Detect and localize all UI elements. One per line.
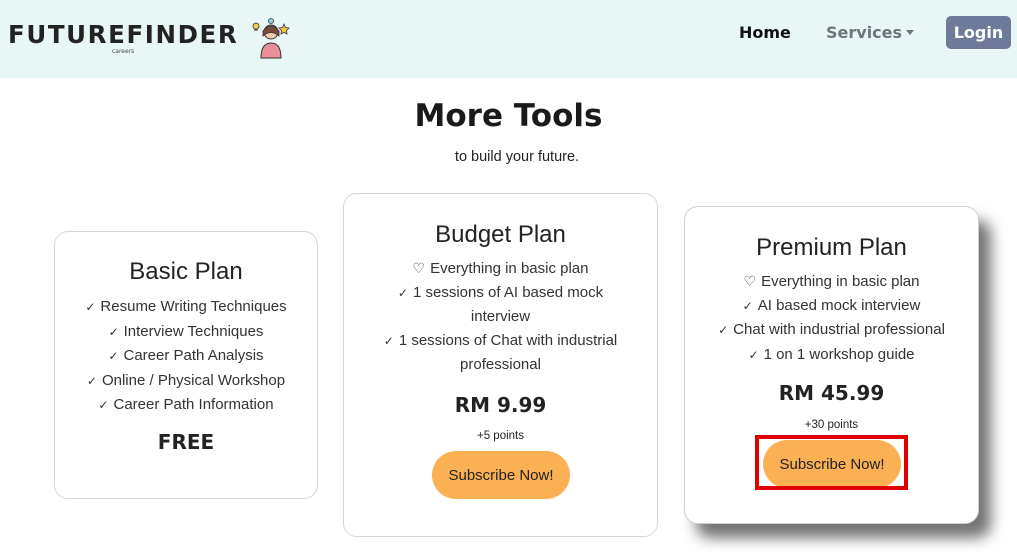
navbar: FUTUREFINDER careers Home Services Login <box>0 0 1017 78</box>
feature-item: ♡ Everything in basic plan <box>412 260 589 277</box>
page-subtitle: to build your future. <box>454 149 580 165</box>
plan-card-basic: Basic Plan ✓ Resume Writing Techniques ✓ I… <box>54 231 318 499</box>
brand-tagline: careers <box>112 48 135 55</box>
subscribe-button-budget[interactable]: Subscribe Now! <box>432 451 570 499</box>
nav-services-label: Services <box>826 23 903 42</box>
feature-item: ✓ Interview Techniques <box>108 322 264 340</box>
heart-icon: ♡ <box>412 260 426 276</box>
feature-item: ♡ Everything in basic plan <box>743 273 920 290</box>
plan-card-budget: Budget Plan ♡ Everything in basic plan ✓ 1… <box>343 193 658 537</box>
brand-name: FUTUREFINDER <box>8 20 239 49</box>
feature-item: ✓ 1 on 1 workshop guide <box>748 345 915 363</box>
page-title: More Tools <box>414 98 603 134</box>
nav-services-dropdown[interactable]: Services <box>826 23 915 42</box>
check-icon: ✓ <box>383 333 394 348</box>
check-icon: ✓ <box>108 349 119 363</box>
check-icon: ✓ <box>98 398 109 412</box>
plan-price: RM 9.99 <box>454 393 547 417</box>
check-icon: ✓ <box>397 285 408 300</box>
heart-icon: ♡ <box>743 273 757 289</box>
feature-item: ✓ Chat with industrial professional <box>718 321 945 338</box>
check-icon: ✓ <box>748 347 759 362</box>
check-icon: ✓ <box>86 373 97 388</box>
plan-points: +5 points <box>477 430 524 442</box>
plan-points: +30 points <box>804 419 859 431</box>
feature-item: interview <box>470 308 531 325</box>
check-icon: ✓ <box>85 300 96 314</box>
highlight-box <box>755 435 908 490</box>
feature-list: ♡ Everything in basic plan ✓ AI based mock… <box>685 270 978 367</box>
check-icon: ✓ <box>742 298 753 313</box>
person-ideas-icon <box>252 18 290 59</box>
feature-list: ♡ Everything in basic plan ✓ 1 sessions of… <box>344 257 657 377</box>
plan-title: Premium Plan <box>756 234 907 261</box>
feature-item: ✓ Career Path Information <box>98 396 274 413</box>
plan-price: RM 45.99 <box>778 381 885 405</box>
feature-list: ✓ Resume Writing Techniques ✓ Interview Te… <box>55 295 317 418</box>
feature-item: ✓ Online / Physical Workshop <box>86 371 286 389</box>
plan-price: FREE <box>157 430 215 454</box>
feature-item: ✓ Career Path Analysis <box>108 347 264 364</box>
check-icon: ✓ <box>108 324 119 339</box>
feature-item: ✓ Resume Writing Techniques <box>85 298 287 315</box>
feature-item: professional <box>460 356 541 373</box>
feature-item: ✓ 1 sessions of AI based mock <box>397 283 604 301</box>
feature-item: ✓ AI based mock interview <box>742 296 921 314</box>
nav-home-link[interactable]: Home <box>739 23 791 42</box>
check-icon: ✓ <box>718 323 729 337</box>
feature-item: ✓ 1 sessions of Chat with industrial <box>383 331 618 349</box>
plan-title: Basic Plan <box>129 258 243 285</box>
plan-title: Budget Plan <box>435 221 566 248</box>
caret-down-icon <box>906 30 915 35</box>
login-button[interactable]: Login <box>946 16 1011 49</box>
